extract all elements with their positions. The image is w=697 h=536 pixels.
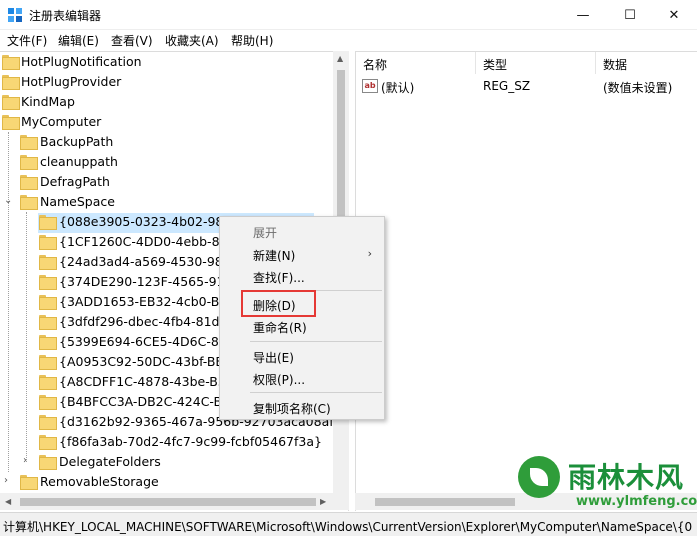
values-list[interactable]: 名称 类型 数据 ab (默认) REG_SZ (数值未设置) — [355, 51, 697, 511]
watermark-name: 雨林木风 — [568, 461, 685, 494]
menu-file[interactable]: 文件(F) — [7, 32, 47, 49]
menu-edit[interactable]: 编辑(E) — [58, 32, 99, 49]
folder-icon — [39, 415, 57, 430]
folder-icon — [39, 215, 57, 230]
scroll-left-arrow-icon[interactable]: ◀ — [5, 497, 11, 506]
watermark-logo: 雨林木风 www.ylmfeng.com — [518, 452, 697, 512]
folder-icon — [2, 95, 20, 110]
context-menu: 展开 新建(N) › 查找(F)... 删除(D) 重命名(R) 导出(E) 权… — [219, 216, 385, 420]
folder-icon — [2, 55, 20, 70]
column-header-name[interactable]: 名称 — [363, 56, 387, 73]
window-title: 注册表编辑器 — [29, 9, 102, 23]
delete-highlight-box — [241, 290, 316, 317]
watermark-url: www.ylmfeng.com — [576, 494, 697, 509]
menu-item-rename[interactable]: 重命名(R) — [253, 319, 307, 336]
menu-bar: 文件(F) 编辑(E) 查看(V) 收藏夹(A) 帮助(H) — [0, 30, 697, 50]
chevron-right-icon[interactable]: › — [23, 455, 33, 467]
menu-help[interactable]: 帮助(H) — [231, 32, 273, 49]
folder-icon — [39, 395, 57, 410]
tree-item-removablestorage[interactable]: › RemovableStorage — [0, 472, 330, 492]
folder-icon — [20, 475, 38, 490]
string-value-icon: ab — [362, 79, 378, 93]
folder-icon — [39, 315, 57, 330]
menu-item-new[interactable]: 新建(N) — [253, 247, 295, 264]
chevron-down-icon[interactable]: ⌄ — [4, 195, 14, 207]
minimize-button[interactable]: — — [560, 0, 606, 30]
tree-item-cleanuppath[interactable]: cleanuppath — [0, 152, 330, 172]
folder-icon — [39, 375, 57, 390]
submenu-arrow-icon: › — [367, 247, 372, 260]
menu-view[interactable]: 查看(V) — [111, 32, 153, 49]
folder-icon — [39, 455, 57, 470]
menu-item-copy-key-name[interactable]: 复制项名称(C) — [253, 400, 331, 417]
tree-item-defragpath[interactable]: DefragPath — [0, 172, 330, 192]
menu-item-permissions[interactable]: 权限(P)... — [253, 371, 305, 388]
menu-item-find[interactable]: 查找(F)... — [253, 269, 305, 286]
scroll-right-arrow-icon[interactable]: ▶ — [320, 497, 326, 506]
folder-icon — [20, 195, 38, 210]
status-bar: 计算机\HKEY_LOCAL_MACHINE\SOFTWARE\Microsof… — [0, 512, 697, 536]
leaf-icon — [518, 456, 560, 498]
folder-icon — [2, 115, 20, 130]
chevron-right-icon[interactable]: › — [4, 475, 14, 487]
tree-item-namespace-guid[interactable]: {f86fa3ab-70d2-4fc7-9c99-fcbf05467f3a} — [0, 432, 330, 452]
tree-item-kindmap[interactable]: KindMap — [0, 92, 330, 112]
menu-item-expand[interactable]: 展开 — [253, 224, 277, 241]
value-type: REG_SZ — [483, 79, 531, 93]
menu-item-export[interactable]: 导出(E) — [253, 349, 294, 366]
tree-item-backuppath[interactable]: BackupPath — [0, 132, 330, 152]
folder-icon — [20, 175, 38, 190]
list-horizontal-scroll-thumb[interactable] — [375, 498, 515, 506]
folder-icon — [39, 355, 57, 370]
folder-icon — [2, 75, 20, 90]
folder-icon — [39, 435, 57, 450]
value-data: (数值未设置) — [603, 81, 673, 95]
folder-icon — [39, 295, 57, 310]
close-button[interactable]: ✕ — [651, 0, 697, 30]
regedit-icon — [8, 8, 22, 22]
folder-icon — [39, 335, 57, 350]
status-path: 计算机\HKEY_LOCAL_MACHINE\SOFTWARE\Microsof… — [3, 520, 693, 534]
folder-icon — [39, 275, 57, 290]
folder-icon — [39, 255, 57, 270]
scroll-up-arrow-icon[interactable]: ▲ — [337, 54, 343, 63]
tree-item-hotplugprovider[interactable]: HotPlugProvider — [0, 72, 330, 92]
tree-item-mycomputer[interactable]: MyComputer — [0, 112, 330, 132]
column-header-data[interactable]: 数据 — [603, 56, 627, 73]
title-bar: 注册表编辑器 — ☐ ✕ — [0, 0, 697, 30]
folder-icon — [20, 155, 38, 170]
tree-horizontal-scroll-thumb[interactable] — [20, 498, 316, 506]
tree-item-namespace[interactable]: ⌄ NameSpace — [0, 192, 330, 212]
value-name[interactable]: (默认) — [381, 79, 414, 96]
tree-item-delegatefolders[interactable]: › DelegateFolders — [0, 452, 330, 472]
menu-favorites[interactable]: 收藏夹(A) — [165, 32, 219, 49]
folder-icon — [39, 235, 57, 250]
folder-icon — [20, 135, 38, 150]
column-header-type[interactable]: 类型 — [483, 56, 507, 73]
tree-item-hotplugnotification[interactable]: HotPlugNotification — [0, 52, 330, 72]
maximize-button[interactable]: ☐ — [607, 0, 653, 30]
